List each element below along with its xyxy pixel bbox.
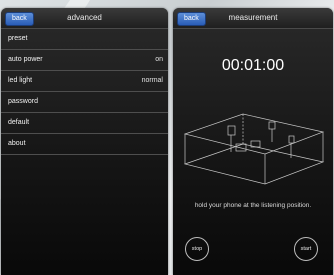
instruction-text: hold your phone at the listening positio…	[194, 202, 312, 209]
screen-title: advanced	[67, 13, 102, 22]
settings-list: preset auto power on led light normal pa…	[1, 29, 168, 155]
stop-button[interactable]: stop	[185, 237, 209, 261]
settings-item-about[interactable]: about	[1, 134, 168, 155]
countdown-timer: 00:01:00	[221, 57, 285, 74]
settings-item-label: auto power	[8, 56, 43, 63]
navigation-bar: back measurement	[173, 8, 333, 29]
settings-item-default[interactable]: default	[1, 113, 168, 134]
settings-item-value: normal	[141, 77, 163, 84]
start-button[interactable]: start	[294, 237, 318, 261]
measurement-screen: back measurement 00:01:00 hold your phon…	[173, 8, 333, 275]
advanced-settings-screen: back advanced preset auto power on led l…	[1, 8, 168, 275]
settings-item-label: preset	[8, 35, 28, 42]
settings-item-preset[interactable]: preset	[1, 29, 168, 50]
room-diagram-icon	[183, 113, 325, 185]
settings-item-label: password	[8, 98, 38, 105]
settings-item-password[interactable]: password	[1, 92, 168, 113]
settings-item-led-light[interactable]: led light normal	[1, 71, 168, 92]
navigation-bar: back advanced	[1, 8, 168, 29]
settings-item-label: about	[8, 140, 26, 147]
settings-item-label: default	[8, 119, 30, 126]
settings-item-auto-power[interactable]: auto power on	[1, 50, 168, 71]
settings-item-label: led light	[8, 77, 33, 84]
settings-item-value: on	[155, 56, 163, 63]
screen-title: measurement	[228, 13, 278, 22]
